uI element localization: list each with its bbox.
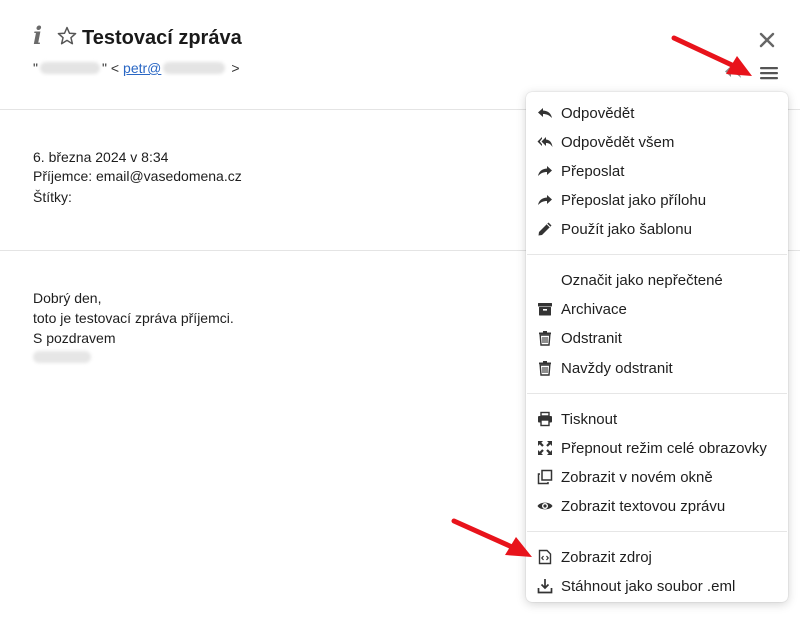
menu-item-reply[interactable]: Odpovědět: [526, 99, 788, 128]
message-actions-menu: Odpovědět Odpovědět všem Přeposlat Přepo…: [526, 92, 788, 602]
info-icon[interactable]: i: [33, 22, 42, 50]
new-window-icon: [537, 469, 553, 485]
menu-item-label: Stáhnout jako soubor .eml: [561, 578, 736, 595]
sender-quote-open: ": [33, 60, 38, 76]
menu-item-label: Označit jako nepřečtené: [561, 272, 723, 289]
menu-item-print[interactable]: Tisknout: [526, 405, 788, 434]
sender-line: " " < petr@ >: [33, 59, 240, 77]
menu-item-label: Navždy odstranit: [561, 360, 673, 377]
menu-item-reply-all[interactable]: Odpovědět všem: [526, 128, 788, 157]
menu-item-forward-attachment[interactable]: Přeposlat jako přílohu: [526, 186, 788, 215]
menu-item-mark-unread[interactable]: Označit jako nepřečtené: [526, 266, 788, 295]
hamburger-menu-icon[interactable]: [760, 66, 778, 80]
forward-icon: [538, 166, 552, 176]
trash-icon: [539, 361, 551, 376]
message-recipient: Příjemce: email@vasedomena.cz: [33, 168, 242, 184]
menu-separator: [527, 393, 787, 394]
signature-redacted: [33, 351, 91, 363]
star-icon[interactable]: [56, 25, 78, 47]
source-code-icon: [538, 549, 552, 565]
menu-item-label: Zobrazit textovou zprávu: [561, 498, 726, 515]
menu-item-label: Přeposlat jako přílohu: [561, 192, 707, 209]
menu-item-delete-forever[interactable]: Navždy odstranit: [526, 354, 788, 383]
menu-item-new-window[interactable]: Zobrazit v novém okně: [526, 463, 788, 492]
menu-item-fullscreen[interactable]: Přepnout režim celé obrazovky: [526, 434, 788, 463]
menu-item-download-eml[interactable]: Stáhnout jako soubor .eml: [526, 572, 788, 601]
annotation-arrow-icon: [671, 35, 752, 76]
menu-item-archive[interactable]: Archivace: [526, 295, 788, 324]
message-subject: Testovací zpráva: [82, 27, 242, 49]
menu-separator: [527, 531, 787, 532]
fullscreen-icon: [538, 441, 552, 455]
menu-item-delete[interactable]: Odstranit: [526, 324, 788, 353]
menu-separator: [527, 254, 787, 255]
message-meta: 6. března 2024 v 8:34 Příjemce: email@va…: [33, 148, 242, 207]
sender-name-redacted: [39, 62, 100, 74]
pencil-icon: [538, 222, 552, 236]
menu-item-view-source[interactable]: Zobrazit zdroj: [526, 543, 788, 572]
menu-item-label: Zobrazit v novém okně: [561, 469, 713, 486]
menu-item-label: Odpovědět: [561, 105, 635, 122]
printer-icon: [538, 411, 552, 427]
eye-icon: [537, 502, 553, 510]
menu-item-forward[interactable]: Přeposlat: [526, 157, 788, 186]
trash-icon: [539, 331, 551, 346]
reply-all-icon: [537, 137, 553, 147]
archive-icon: [538, 303, 552, 316]
body-line: S pozdravem: [33, 330, 116, 346]
download-icon: [537, 579, 553, 594]
reply-icon: [538, 108, 552, 118]
reply-icon[interactable]: [724, 64, 742, 80]
menu-item-label: Zobrazit zdroj: [561, 549, 652, 566]
menu-item-label: Použít jako šablonu: [561, 221, 692, 238]
message-labels: Štítky:: [33, 189, 72, 205]
sender-email-close: >: [231, 60, 240, 76]
menu-item-use-template[interactable]: Použít jako šablonu: [526, 215, 788, 244]
menu-item-label: Odpovědět všem: [561, 134, 675, 151]
sender-email-link[interactable]: petr@: [123, 59, 161, 77]
body-line: Dobrý den,: [33, 290, 102, 306]
close-icon[interactable]: [757, 30, 777, 50]
menu-item-text-view[interactable]: Zobrazit textovou zprávu: [526, 492, 788, 521]
menu-item-label: Tisknout: [561, 411, 618, 428]
sender-quote-close: " <: [101, 60, 120, 76]
sender-domain-redacted: [163, 62, 226, 74]
menu-item-label: Přeposlat: [561, 163, 625, 180]
menu-item-label: Odstranit: [561, 330, 622, 347]
message-body: Dobrý den, toto je testovací zpráva příj…: [33, 288, 234, 363]
menu-item-label: Přepnout režim celé obrazovky: [561, 440, 767, 457]
forward-icon: [538, 195, 552, 205]
menu-item-label: Archivace: [561, 301, 627, 318]
body-line: toto je testovací zpráva příjemci.: [33, 310, 234, 326]
message-date: 6. března 2024 v 8:34: [33, 149, 169, 165]
